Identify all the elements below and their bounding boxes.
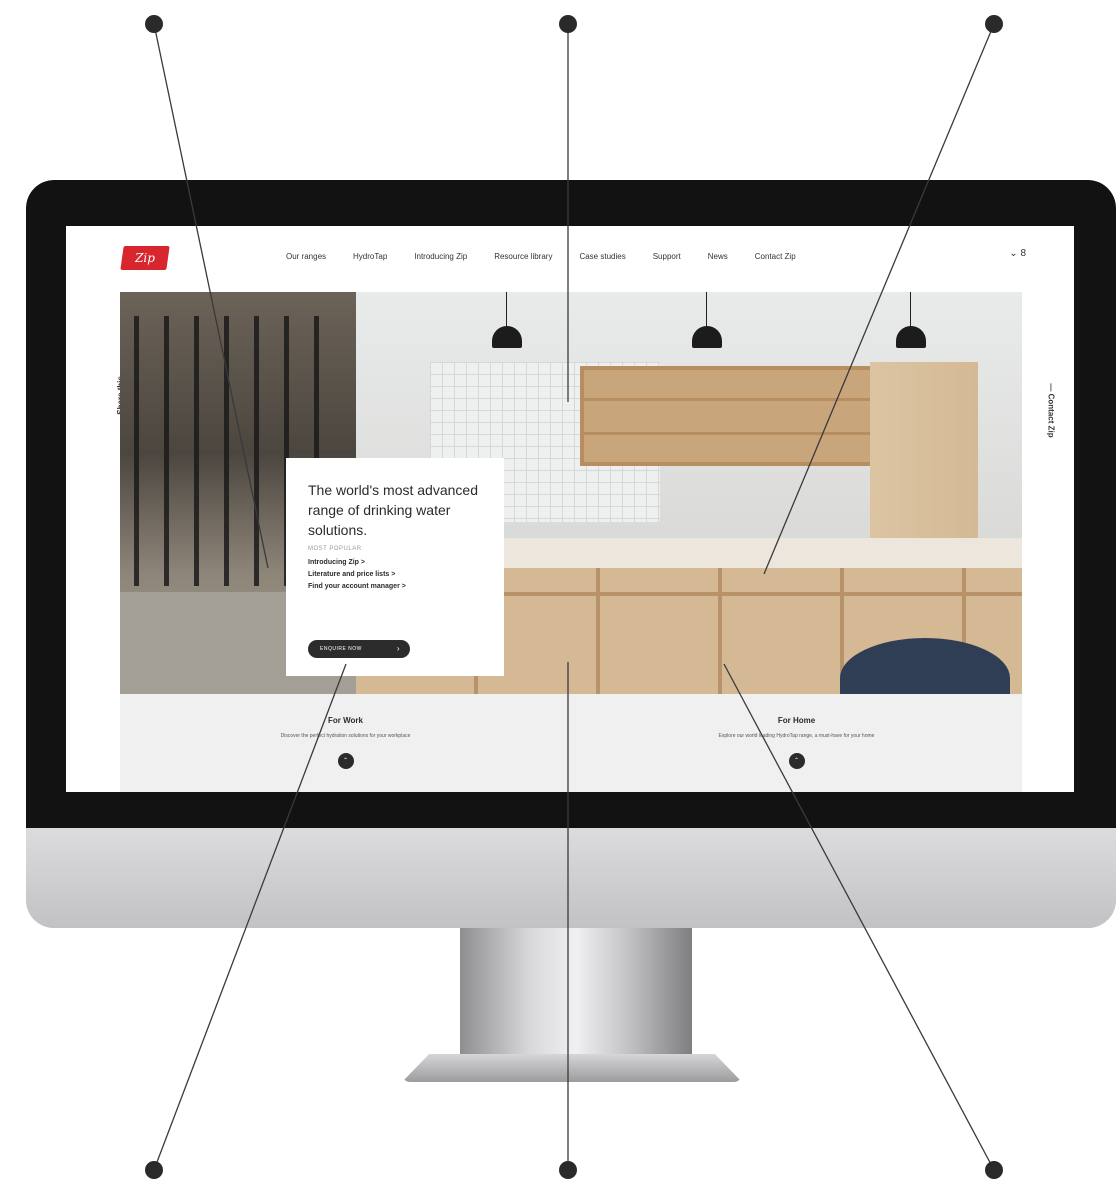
hero-card: The world's most advanced range of drink…	[286, 458, 504, 676]
top-nav: Zip Our ranges HydroTap Introducing Zip …	[66, 226, 1074, 292]
pendant-lamp	[492, 292, 522, 352]
hero-image: The world's most advanced range of drink…	[120, 292, 1022, 694]
link-find-account-manager[interactable]: Find your account manager >	[308, 583, 484, 590]
enquire-now-label: ENQUIRE NOW	[320, 646, 362, 652]
nav-item-support[interactable]: Support	[653, 252, 681, 261]
monitor-base	[402, 1054, 742, 1082]
monitor-chin	[26, 828, 1116, 928]
enquire-now-button[interactable]: ENQUIRE NOW ›	[308, 640, 410, 658]
nav-item-introducing-zip[interactable]: Introducing Zip	[414, 252, 467, 261]
for-home-title: For Home	[777, 716, 816, 725]
callout-dot	[985, 1161, 1003, 1179]
tall-cabinet	[870, 362, 978, 542]
contact-zip-link[interactable]: — Contact Zip	[1047, 383, 1056, 437]
website-screen: Zip Our ranges HydroTap Introducing Zip …	[66, 226, 1074, 792]
nav-links: Our ranges HydroTap Introducing Zip Reso…	[286, 252, 796, 261]
chevron-up-icon[interactable]: ⌃	[788, 753, 805, 769]
nav-item-resource-library[interactable]: Resource library	[494, 252, 552, 261]
logo-text: Zip	[135, 251, 155, 265]
open-shelving	[580, 366, 876, 466]
for-work-panel[interactable]: For Work Discover the perfect hydration …	[120, 694, 571, 792]
chevron-up-icon[interactable]: ⌃	[337, 753, 354, 769]
hero-title: The world's most advanced range of drink…	[308, 482, 478, 538]
for-home-desc: Explore our world leading HydroTap range…	[718, 733, 875, 739]
audience-band: For Work Discover the perfect hydration …	[120, 694, 1022, 792]
nav-item-contact-zip[interactable]: Contact Zip	[755, 252, 796, 261]
nav-item-our-ranges[interactable]: Our ranges	[286, 252, 326, 261]
monitor-bezel: Zip Our ranges HydroTap Introducing Zip …	[26, 180, 1116, 828]
callout-dot	[559, 1161, 577, 1179]
user-icon[interactable]: ⌄ 8	[1009, 248, 1026, 259]
most-popular-label: MOST POPULAR	[308, 546, 362, 552]
shelf-row	[584, 432, 872, 435]
shelf-row	[584, 398, 872, 401]
for-work-title: For Work	[328, 716, 363, 725]
monitor-stand	[460, 928, 692, 1058]
callout-dot	[145, 15, 163, 33]
for-home-panel[interactable]: For Home Explore our world leading Hydro…	[571, 694, 1022, 792]
zip-logo[interactable]: Zip	[120, 246, 170, 270]
link-introducing-zip[interactable]: Introducing Zip >	[308, 559, 484, 566]
imac-monitor: Zip Our ranges HydroTap Introducing Zip …	[26, 180, 1116, 928]
link-literature-price-lists[interactable]: Literature and price lists >	[308, 571, 484, 578]
pendant-lamp	[692, 292, 722, 352]
chevron-right-icon: ›	[396, 644, 400, 653]
callout-dot	[985, 15, 1003, 33]
callout-dot	[559, 15, 577, 33]
nav-item-hydrotap[interactable]: HydroTap	[353, 252, 387, 261]
nav-item-case-studies[interactable]: Case studies	[579, 252, 625, 261]
callout-dot	[145, 1161, 163, 1179]
for-work-desc: Discover the perfect hydration solutions…	[280, 733, 411, 739]
pendant-lamp	[896, 292, 926, 352]
nav-item-news[interactable]: News	[708, 252, 728, 261]
